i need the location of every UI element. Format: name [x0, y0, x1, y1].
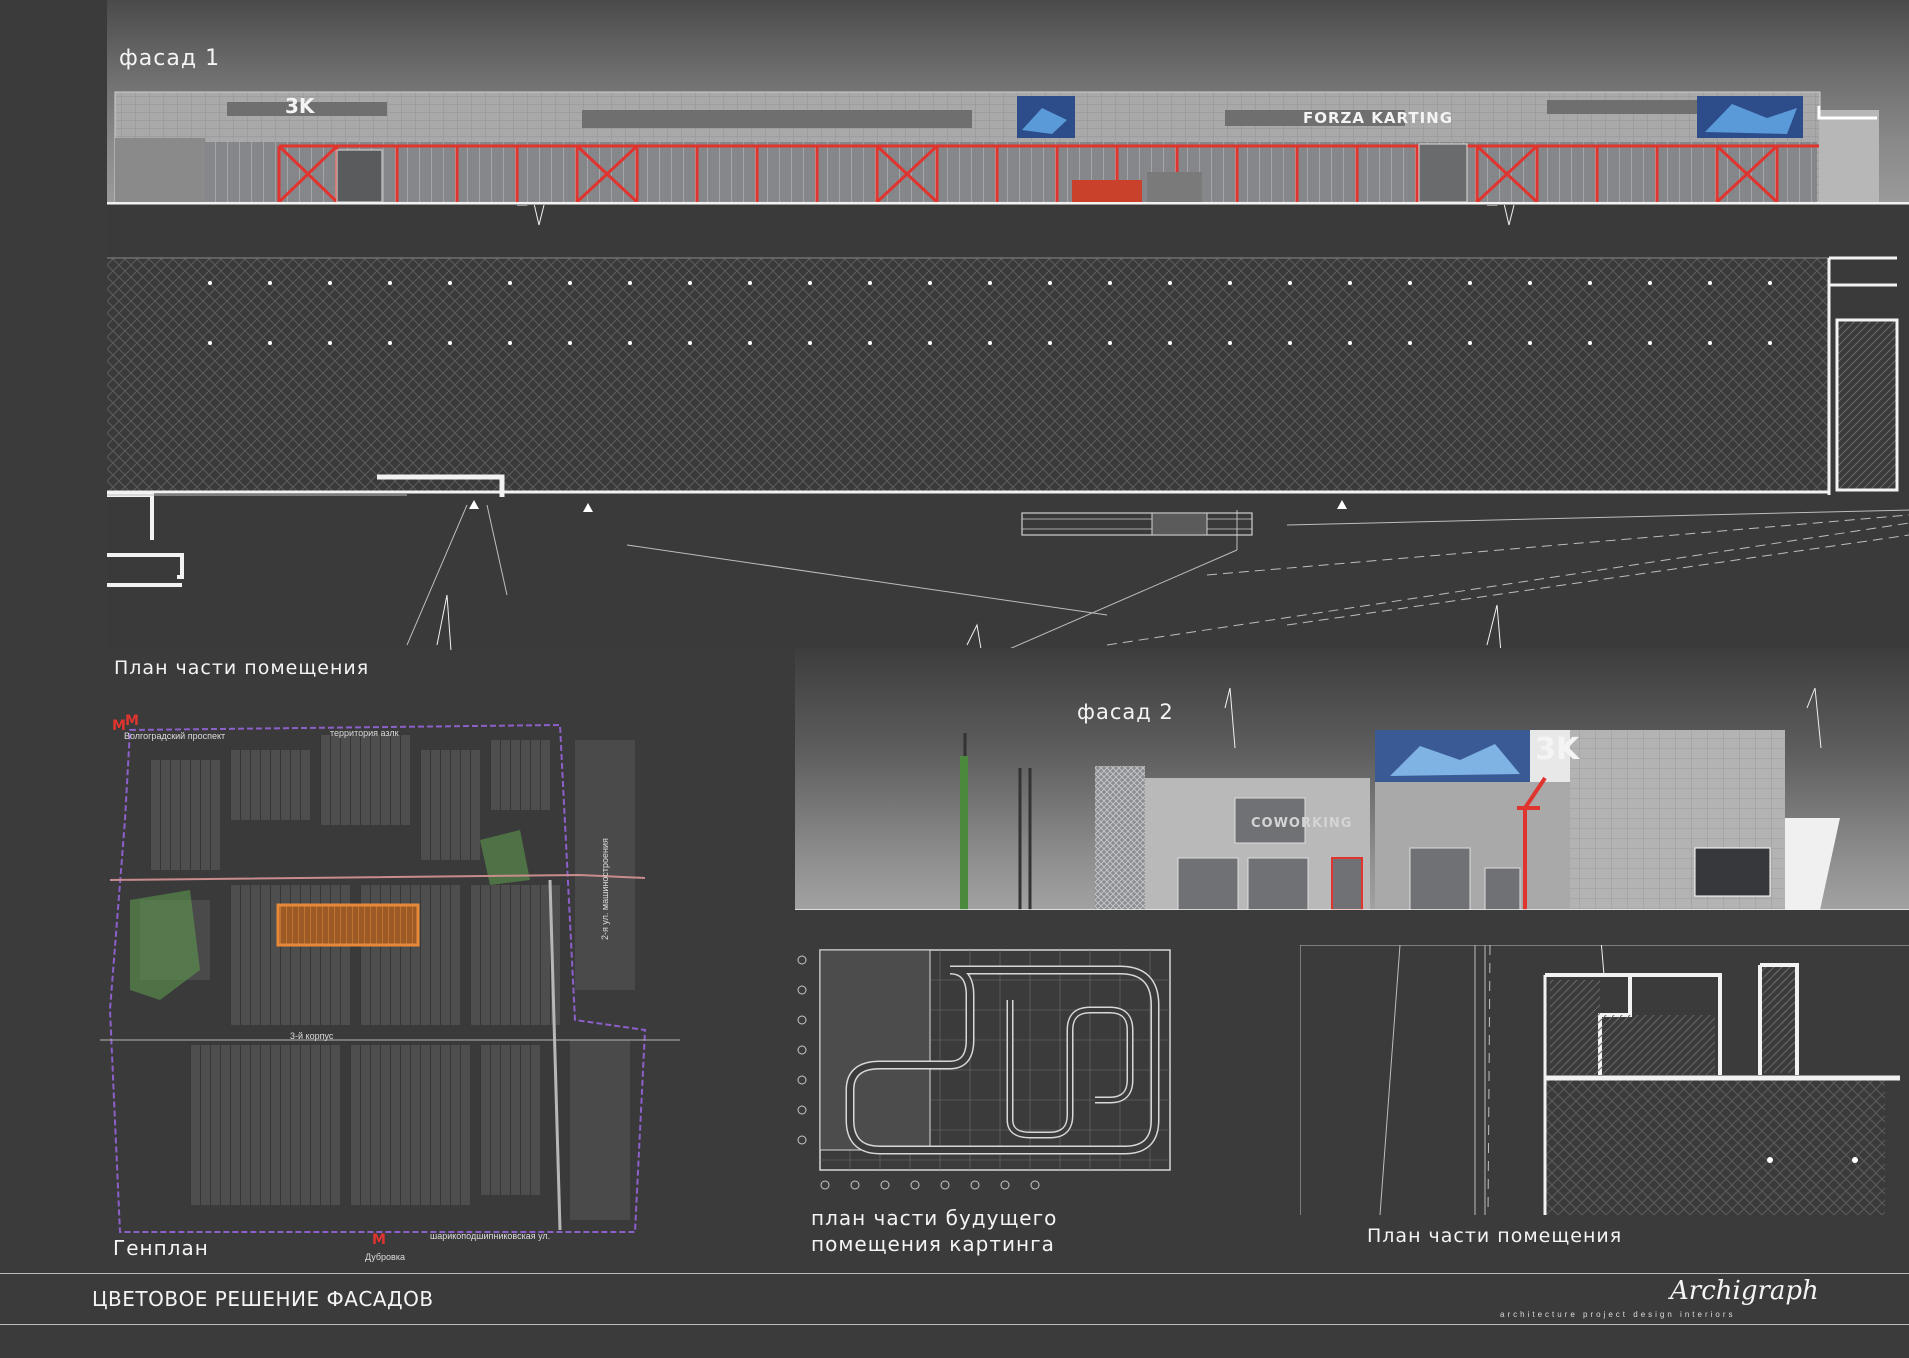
- facade-1-sign-3k: 3K: [285, 94, 315, 118]
- logo-tagline: architecture project design interiors: [1500, 1310, 1736, 1319]
- plan-3-hall-hatch: [1545, 1080, 1885, 1215]
- karting-caption-line2: помещения картинга: [811, 1232, 1055, 1256]
- genplan-street-right-label: 2-я ул. машиностроения: [600, 838, 610, 940]
- karting-caption-line1: план части будущего: [811, 1206, 1058, 1230]
- perforated-tower: [1095, 766, 1145, 910]
- facade-1-panel: фасад 1 3K FORZA KARTING: [107, 0, 1909, 205]
- hall-floor-hatch: [107, 258, 1829, 493]
- karting-track-plan: [797, 949, 1171, 1190]
- facade-2-sign-3k: 3K: [1535, 732, 1580, 767]
- highlighted-building: [276, 903, 420, 947]
- facade-1-elevation: [107, 91, 1909, 204]
- facade-2-sign-coworking: COWORKING: [1251, 816, 1353, 831]
- karting-plan-panel: [790, 920, 1190, 1200]
- plan-1-caption: План части помещения: [114, 657, 370, 679]
- footer-title: ЦВЕТОВОЕ РЕШЕНИЕ ФАСАДОВ: [92, 1287, 434, 1311]
- footer-bar: ЦВЕТОВОЕ РЕШЕНИЕ ФАСАДОВ Archigraph arch…: [0, 1273, 1909, 1325]
- genplan-map: M M: [100, 718, 680, 1248]
- facade-2-panel: фасад 2 3K COWORKING: [795, 648, 1909, 910]
- metro-symbol-top: M: [125, 713, 139, 729]
- kart-vehicle: [1072, 180, 1142, 202]
- genplan-metro-bottom-label: Дубровка: [365, 1252, 405, 1262]
- genplan-caption: Генплан: [113, 1236, 209, 1260]
- plan-3-drawing: [1300, 945, 1909, 1216]
- metro-icon-bottom: M: [372, 1232, 386, 1248]
- genplan-street-bottom-label: шарикоподшипниковская ул.: [430, 1231, 551, 1241]
- facade-2-elevation: [795, 687, 1909, 910]
- genplan-building-label: 3-й корпус: [290, 1031, 334, 1041]
- facade-1-sign-forza: FORZA KARTING: [1303, 109, 1454, 127]
- genplan-panel: M M Волгоградский проспект территория аз…: [100, 700, 680, 1262]
- genplan-metro-top-label: Волгоградский проспект: [124, 731, 226, 741]
- genplan-territory-label: территория азлк: [330, 728, 399, 738]
- plan-3-panel: [1300, 945, 1909, 1225]
- plan-1-panel: План части помещения: [107, 205, 1909, 679]
- plan-1-drawing: [107, 205, 1909, 650]
- archigraph-logo: Archigraph: [1670, 1276, 1819, 1306]
- plan-3-caption: План части помещения: [1367, 1225, 1623, 1247]
